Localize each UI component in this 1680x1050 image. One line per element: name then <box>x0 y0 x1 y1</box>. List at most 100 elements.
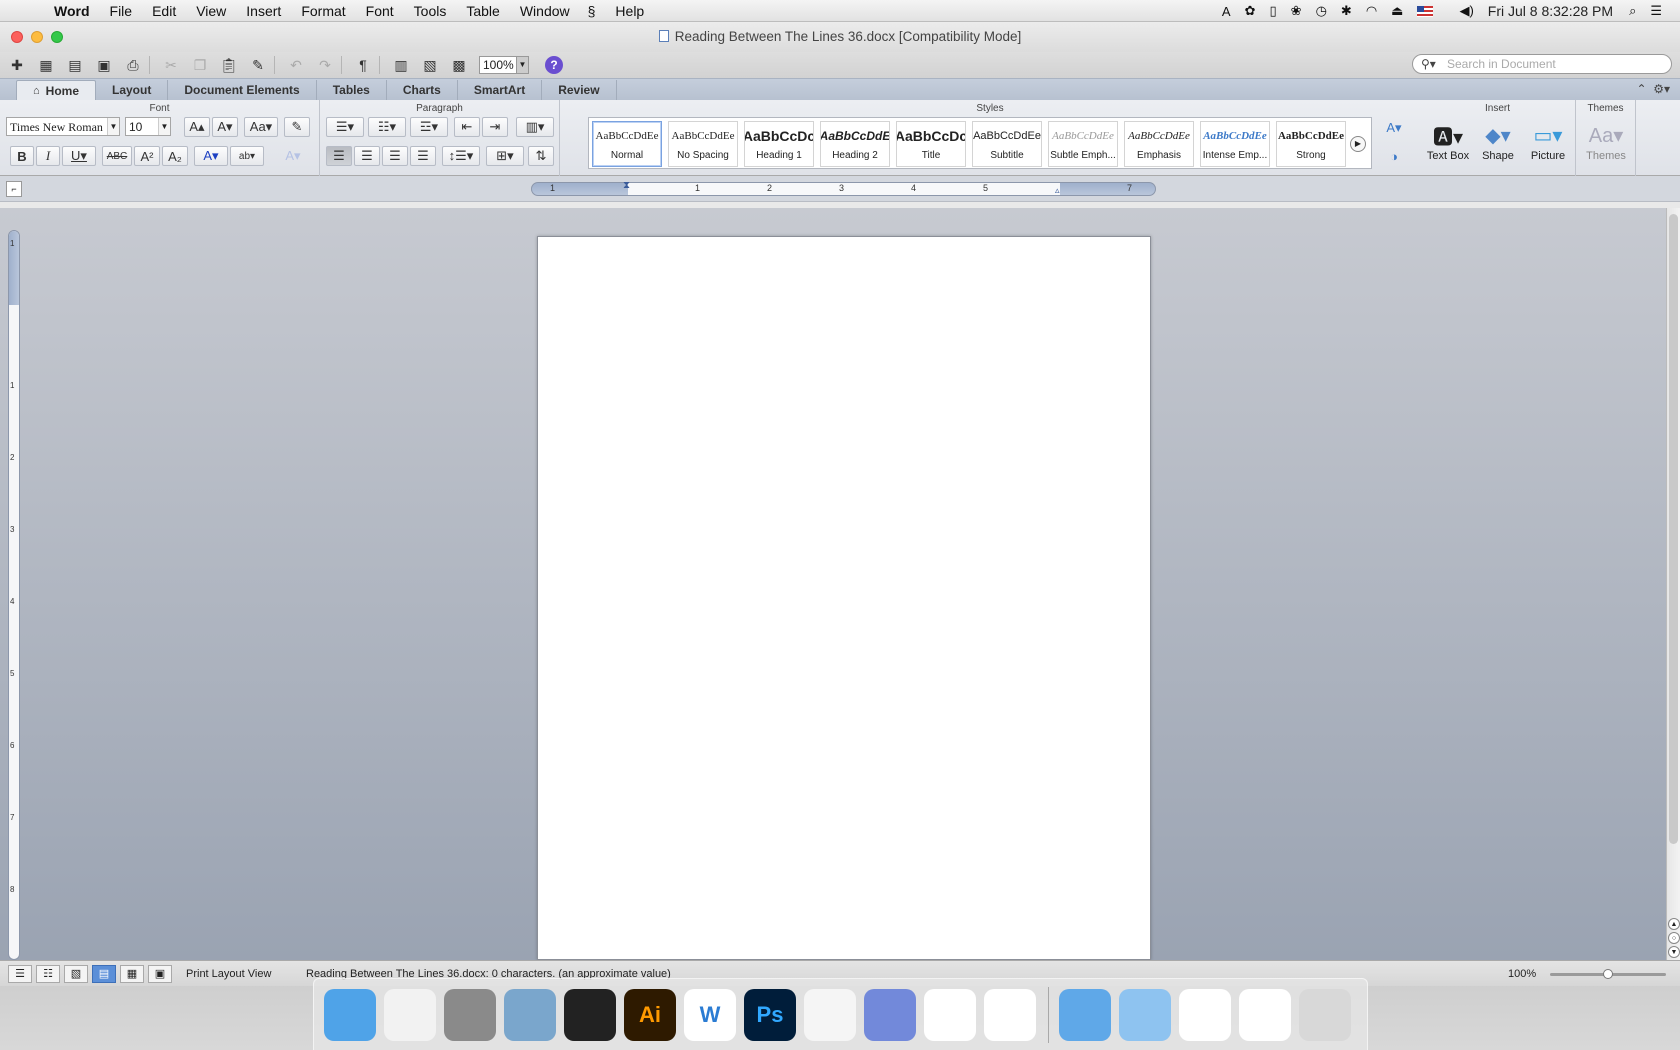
menu-window[interactable]: Window <box>520 3 570 19</box>
zotero-icon[interactable] <box>984 988 1036 1041</box>
status-app-icon[interactable]: ✿ <box>1245 3 1256 19</box>
chevron-down-icon[interactable]: ▼ <box>516 57 528 73</box>
subscript-icon[interactable]: A₂ <box>162 146 188 166</box>
photoshop-icon[interactable]: Ps <box>744 988 796 1041</box>
menu-file[interactable]: File <box>110 3 133 19</box>
notebook-layout-view-icon[interactable]: ▦ <box>120 964 144 983</box>
file-thumbnail-icon[interactable] <box>1239 988 1291 1041</box>
folder-icon[interactable] <box>1119 988 1171 1041</box>
menu-format[interactable]: Format <box>301 3 345 19</box>
draft-view-icon[interactable]: ☰ <box>8 964 32 983</box>
wifi-icon[interactable]: ◠ <box>1366 3 1377 19</box>
style-no-spacing[interactable]: AaBbCcDdEe No Spacing <box>668 121 738 167</box>
tab-charts[interactable]: Charts <box>387 80 458 100</box>
styles-pane-icon[interactable]: ◑ <box>1380 146 1408 166</box>
next-page-icon[interactable]: ▼ <box>1668 946 1680 958</box>
cut-icon[interactable]: ✂ <box>159 54 183 76</box>
preview-icon[interactable] <box>504 988 556 1041</box>
vertical-ruler[interactable]: 1 1 2 3 4 5 6 7 8 <box>8 230 20 960</box>
redo-icon[interactable]: ↷ <box>313 54 337 76</box>
font-size-select[interactable]: 10 ▼ <box>125 117 171 136</box>
show-formatting-icon[interactable]: ¶ <box>351 54 375 76</box>
scrollbar-thumb[interactable] <box>1669 214 1678 844</box>
menu-tools[interactable]: Tools <box>414 3 447 19</box>
text-box-button[interactable]: 🅰︎▾ Text Box <box>1424 120 1472 163</box>
style-strong[interactable]: AaBbCcDdEe Strong <box>1276 121 1346 167</box>
script-menu-icon[interactable]: § <box>588 3 596 19</box>
trash-icon[interactable] <box>1299 988 1351 1041</box>
copy-icon[interactable]: ❐ <box>188 54 212 76</box>
notification-center-icon[interactable]: ☰ <box>1650 3 1662 19</box>
media-browser-icon[interactable]: ▧ <box>418 54 442 76</box>
borders-icon[interactable]: ⊞▾ <box>486 146 524 166</box>
tab-layout[interactable]: Layout <box>96 80 169 100</box>
sort-icon[interactable]: ⇅ <box>528 146 554 166</box>
save-icon[interactable]: ▣ <box>92 54 116 76</box>
style-intense-emphasis[interactable]: AaBbCcDdEe Intense Emp... <box>1200 121 1270 167</box>
indent-marker-icon[interactable]: ⧗ <box>623 180 630 191</box>
bold-icon[interactable]: B <box>10 146 34 166</box>
outline-view-icon[interactable]: ☷ <box>36 964 60 983</box>
print-layout-view-icon[interactable]: ▤ <box>92 964 116 983</box>
tab-document-elements[interactable]: Document Elements <box>168 80 317 100</box>
bullets-icon[interactable]: ☰▾ <box>326 117 364 137</box>
style-heading-2[interactable]: AaBbCcDdE Heading 2 <box>820 121 890 167</box>
calculator-icon[interactable] <box>444 988 496 1041</box>
columns-icon[interactable]: ▥▾ <box>516 117 554 137</box>
tab-home[interactable]: ⌂ Home <box>16 80 96 100</box>
multilevel-list-icon[interactable]: ☲▾ <box>410 117 448 137</box>
word-icon[interactable]: W <box>684 988 736 1041</box>
mouse-icon[interactable]: ▯ <box>1270 3 1277 19</box>
align-left-icon[interactable]: ☰ <box>326 146 352 166</box>
menu-help[interactable]: Help <box>615 3 644 19</box>
superscript-icon[interactable]: A² <box>134 146 160 166</box>
menu-view[interactable]: View <box>196 3 226 19</box>
zoom-slider-knob[interactable] <box>1603 969 1613 979</box>
format-painter-icon[interactable]: ✎ <box>246 54 270 76</box>
spotlight-icon[interactable]: ⌕ <box>1629 3 1636 19</box>
discord-icon[interactable] <box>864 988 916 1041</box>
zoom-select[interactable]: 100% ▼ <box>479 56 529 74</box>
shrink-font-icon[interactable]: A▾ <box>212 117 238 137</box>
toolbox-icon[interactable]: ▩ <box>447 54 471 76</box>
volume-icon[interactable]: ◀) <box>1459 3 1473 19</box>
picture-button[interactable]: ▭▾ Picture <box>1524 120 1572 163</box>
print-icon[interactable]: ⎙ <box>121 54 145 76</box>
search-icon[interactable]: ⚲▾ <box>1421 57 1447 71</box>
sidebar-icon[interactable]: ▥ <box>389 54 413 76</box>
line-spacing-icon[interactable]: ↕☰▾ <box>442 146 480 166</box>
new-document-icon[interactable]: ✚ <box>5 54 29 76</box>
align-center-icon[interactable]: ☰ <box>354 146 380 166</box>
templates-icon[interactable]: ▦ <box>34 54 58 76</box>
chevron-down-icon[interactable]: ▼ <box>158 118 170 135</box>
change-case-icon[interactable]: Aa▾ <box>244 117 278 137</box>
tab-stop-selector-icon[interactable]: ⌐ <box>6 181 22 197</box>
font-name-select[interactable]: Times New Roman ▼ <box>6 117 120 136</box>
input-menu-icon[interactable]: A <box>1222 4 1231 19</box>
strikethrough-icon[interactable]: ABC <box>102 146 132 166</box>
publishing-layout-view-icon[interactable]: ▧ <box>64 964 88 983</box>
ribbon-options-icon[interactable]: ⌃ ⚙▾ <box>1636 82 1670 96</box>
clear-formatting-icon[interactable]: ✎ <box>284 117 310 137</box>
menu-font[interactable]: Font <box>366 3 394 19</box>
bluetooth-icon[interactable]: ✱ <box>1341 3 1352 19</box>
undo-icon[interactable]: ↶ <box>284 54 308 76</box>
font-color-icon[interactable]: A▾ <box>194 146 228 166</box>
eject-icon[interactable]: ⏏ <box>1391 3 1403 19</box>
text-effects-icon[interactable]: A▾ <box>276 146 310 166</box>
align-right-icon[interactable]: ☰ <box>382 146 408 166</box>
style-title[interactable]: AaBbCcDc Title <box>896 121 966 167</box>
grow-font-icon[interactable]: A▴ <box>184 117 210 137</box>
tab-review[interactable]: Review <box>542 80 617 100</box>
help-icon[interactable]: ? <box>545 56 563 74</box>
vertical-scrollbar[interactable]: ▲ ○ ▼ <box>1666 208 1680 960</box>
full-screen-view-icon[interactable]: ▣ <box>148 964 172 983</box>
finder-icon[interactable] <box>324 988 376 1041</box>
menu-edit[interactable]: Edit <box>152 3 176 19</box>
underline-icon[interactable]: U▾ <box>62 146 96 166</box>
increase-indent-icon[interactable]: ⇥ <box>482 117 508 137</box>
previous-page-icon[interactable]: ▲ <box>1668 918 1680 930</box>
chevron-down-icon[interactable]: ▼ <box>107 118 119 135</box>
time-machine-icon[interactable]: ◷ <box>1316 3 1327 19</box>
document-page[interactable] <box>537 236 1151 960</box>
